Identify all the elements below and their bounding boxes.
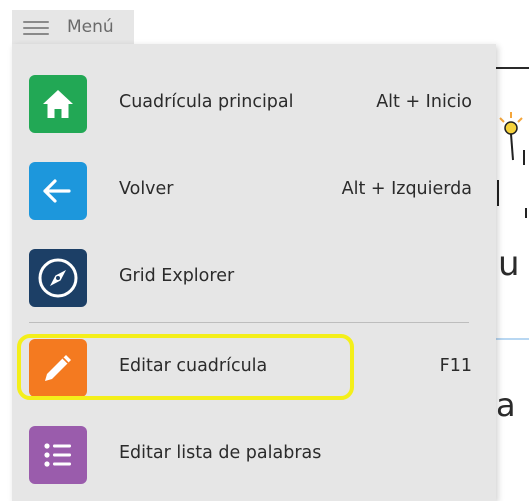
arrow-left-icon	[29, 162, 87, 220]
menu-item-edit-grid[interactable]: Editar cuadrícula F11	[12, 339, 496, 409]
menu-item-shortcut: F11	[439, 356, 472, 376]
menu-button[interactable]: Menú	[12, 10, 134, 45]
menu-item-main-grid[interactable]: Cuadrícula principal Alt + Inicio	[12, 75, 496, 145]
menu-divider	[29, 322, 469, 323]
menu-item-back[interactable]: Volver Alt + Izquierda	[12, 162, 496, 232]
menu-item-label: Cuadrícula principal	[119, 92, 294, 112]
menu-item-label: Volver	[119, 179, 174, 199]
home-icon	[29, 75, 87, 133]
compass-icon	[29, 249, 87, 307]
background-partial-text: u	[498, 244, 521, 284]
background-symbol-image	[497, 112, 527, 218]
menu-dropdown: Cuadrícula principal Alt + Inicio Volver…	[12, 44, 496, 501]
menu-button-label: Menú	[67, 17, 114, 37]
menu-item-edit-word-list[interactable]: Editar lista de palabras	[12, 426, 496, 496]
background-partial-text: a	[496, 386, 516, 424]
menu-item-shortcut: Alt + Inicio	[376, 92, 472, 112]
menu-item-shortcut: Alt + Izquierda	[341, 179, 472, 199]
background-divider	[496, 67, 529, 69]
menu-item-grid-explorer[interactable]: Grid Explorer	[12, 249, 496, 319]
menu-item-label: Editar lista de palabras	[119, 443, 322, 463]
menu-item-label: Editar cuadrícula	[119, 356, 268, 376]
menu-item-label: Grid Explorer	[119, 266, 235, 286]
hamburger-icon	[23, 20, 49, 36]
list-icon	[29, 426, 87, 484]
pencil-icon	[29, 339, 87, 397]
background-divider	[496, 338, 529, 340]
